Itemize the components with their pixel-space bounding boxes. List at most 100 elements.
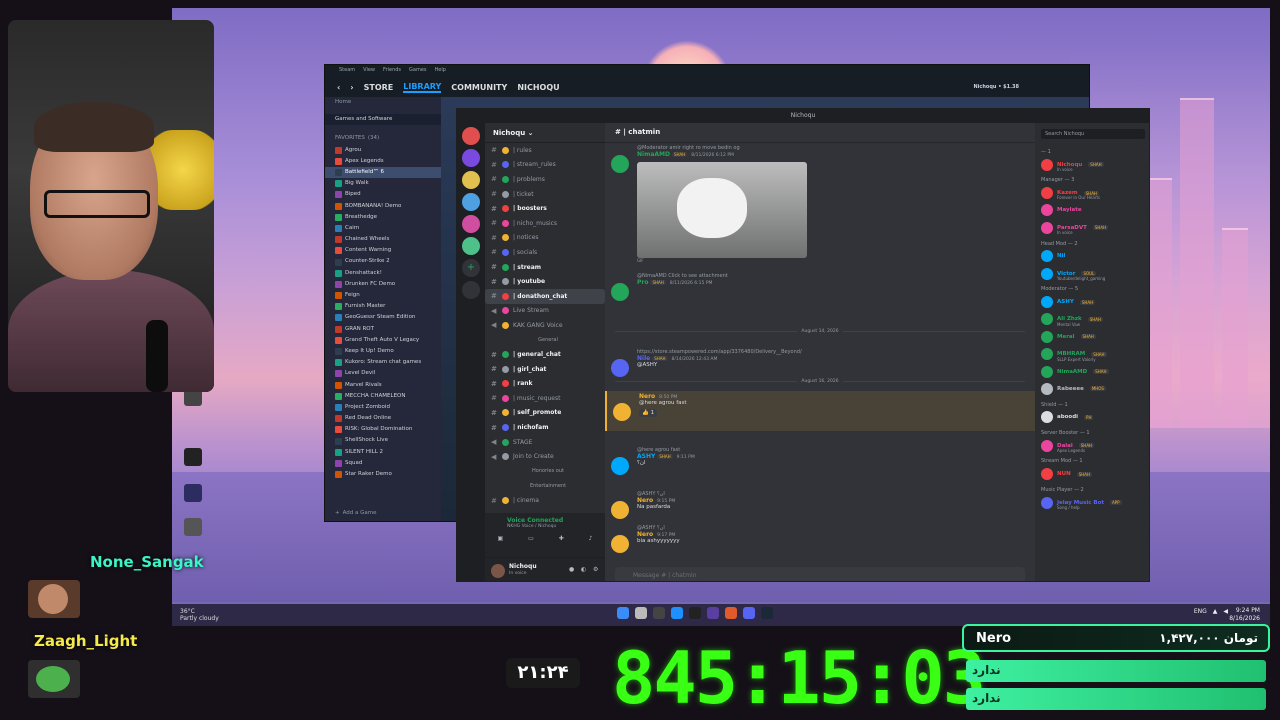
reaction[interactable]: 👍 1 [639, 409, 658, 417]
chat-message[interactable]: @ASHY ان؟ Nero 9:15 PM Na pasfarda [605, 489, 1035, 519]
server-icon[interactable] [462, 215, 480, 233]
game-item[interactable]: ShellShock Live [325, 435, 441, 446]
member-item[interactable]: Rabeeee MHOS [1035, 380, 1149, 397]
channel-text[interactable]: # | girl_chat [485, 362, 605, 377]
game-item[interactable]: Grand Theft Auto V Legacy [325, 335, 441, 346]
member-item[interactable]: NimaAMD SHAH [1035, 363, 1149, 380]
desktop-icon[interactable] [180, 448, 206, 468]
screen-share-icon[interactable]: ▭ [528, 535, 534, 542]
x-app-icon[interactable] [689, 607, 701, 619]
game-item[interactable]: Cairn [325, 223, 441, 234]
game-item[interactable]: GeoGuessr Steam Edition [325, 312, 441, 323]
nav-store[interactable]: STORE [364, 83, 394, 92]
server-icon[interactable] [462, 149, 480, 167]
app-icon[interactable] [707, 607, 719, 619]
avatar[interactable] [611, 155, 629, 173]
game-item[interactable]: Denshattack! [325, 268, 441, 279]
channel-text[interactable]: # | rules [485, 143, 605, 158]
author-name[interactable]: Nero [637, 497, 653, 504]
server-icon[interactable] [462, 237, 480, 255]
channel-text[interactable]: # | stream_rules [485, 158, 605, 173]
avatar[interactable] [613, 403, 631, 421]
avatar[interactable] [611, 283, 629, 301]
game-item[interactable]: Breathedge [325, 212, 441, 223]
desktop-icon[interactable] [180, 518, 206, 538]
game-item[interactable]: Big Walk [325, 178, 441, 189]
channel-voice[interactable]: ◀ STAGE [485, 435, 605, 450]
member-item[interactable]: Ali Zhzk SHAH Mental Vaw [1035, 311, 1149, 328]
member-item[interactable]: ParsaDVT SHAH In voice [1035, 219, 1149, 236]
channel-category[interactable]: Entertainment [485, 479, 605, 494]
game-item[interactable]: SILENT HILL 2 [325, 447, 441, 458]
avatar[interactable] [611, 501, 629, 519]
author-name[interactable]: NimaAMD [637, 151, 670, 158]
language-indicator[interactable]: ENG [1194, 608, 1207, 615]
game-item[interactable]: Keep It Up! Demo [325, 346, 441, 357]
channel-voice[interactable]: ◀ KAK GANG Voice [485, 318, 605, 333]
server-icon[interactable] [462, 127, 480, 145]
channel-text[interactable]: # | stream [485, 260, 605, 275]
nav-profile[interactable]: NICHOQU [517, 83, 559, 92]
chat-message[interactable]: @here agrou fast ASHY SHAH 9:11 PM ان؟ [605, 445, 1035, 475]
explorer-icon[interactable] [671, 607, 683, 619]
member-item[interactable]: Victor SOUL Youtube/delight_gaming [1035, 265, 1149, 282]
game-item[interactable]: Marvel Rivals [325, 380, 441, 391]
avatar[interactable] [491, 564, 505, 578]
channel-voice[interactable]: ◀ Join to Create [485, 449, 605, 464]
channel-text[interactable]: # | notices [485, 231, 605, 246]
member-item[interactable]: MBHRAM SHAH SLLP Expert Valorly [1035, 346, 1149, 363]
member-item[interactable]: Maylate [1035, 202, 1149, 219]
channel-text[interactable]: # | self_promote [485, 406, 605, 421]
activity-icon[interactable]: ✚ [559, 535, 564, 542]
server-name[interactable]: Nichoqu ⌄ [485, 123, 605, 143]
member-item[interactable]: aboodi PH [1035, 409, 1149, 426]
favorites-header[interactable]: FAVORITES (34) [325, 133, 441, 144]
task-view-icon[interactable] [653, 607, 665, 619]
channel-text[interactable]: # | problems [485, 172, 605, 187]
game-item[interactable]: Apex Legends [325, 156, 441, 167]
channel-text[interactable]: # | donathon_chat [485, 288, 605, 304]
channel-text[interactable]: # | youtube [485, 274, 605, 289]
author-name[interactable]: Nile [637, 355, 650, 362]
channel-text[interactable]: # | socials [485, 245, 605, 260]
weather-widget[interactable]: 36°C Partly cloudy [180, 608, 219, 622]
headphones-icon[interactable]: ◐ [581, 566, 586, 573]
author-name[interactable]: Pro [637, 279, 648, 286]
author-name[interactable]: Nero [637, 531, 653, 538]
nav-library[interactable]: LIBRARY [403, 82, 442, 93]
game-item[interactable]: MECCHA CHAMELEON [325, 391, 441, 402]
volume-icon[interactable]: ◀ [1223, 608, 1228, 615]
library-home[interactable]: Home [325, 97, 441, 108]
mic-icon[interactable]: ● [569, 566, 574, 573]
forward-icon[interactable]: › [350, 83, 353, 92]
desktop-icon[interactable] [180, 484, 206, 504]
channel-text[interactable]: # | nicho_musics [485, 216, 605, 231]
channel-text[interactable]: # | cinema [485, 493, 605, 508]
game-item[interactable]: BOMBANANA! Demo [325, 201, 441, 212]
channel-voice[interactable]: ◀ Live Stream [485, 304, 605, 319]
settings-icon[interactable]: ⚙ [593, 566, 598, 573]
chat-message[interactable]: @Moderator amir right ro move bedin og Ni… [605, 143, 1035, 263]
channel-text[interactable]: # | rank [485, 377, 605, 392]
camera-icon[interactable]: ▣ [497, 535, 503, 542]
wifi-icon[interactable]: ▲ [1213, 608, 1218, 615]
steam-taskbar-icon[interactable] [761, 607, 773, 619]
chat-message[interactable]: @NimaAMD Click to see attachment Pro SHAH 8… [605, 271, 1035, 301]
taskbar-clock[interactable]: 9:24 PM 8/16/2026 [1229, 607, 1260, 623]
game-item[interactable]: Content Warning [325, 245, 441, 256]
chat-message[interactable]: https://store.steampowered.com/app/33764… [605, 347, 1035, 377]
message-composer[interactable]: Message # | chatmin [615, 567, 1025, 581]
game-item[interactable]: Kukoro: Stream chat games [325, 357, 441, 368]
steam-menu-item[interactable]: Games [409, 67, 427, 75]
channel-text[interactable]: # | ticket [485, 187, 605, 202]
nav-community[interactable]: COMMUNITY [451, 83, 507, 92]
app-icon[interactable] [725, 607, 737, 619]
voice-channel[interactable]: NKHG Voice / Nichoqu [485, 524, 605, 529]
member-item[interactable]: ASHY SHAH [1035, 293, 1149, 310]
game-item[interactable]: Agrou [325, 145, 441, 156]
channel-text[interactable]: # | boosters [485, 201, 605, 216]
game-item[interactable]: Counter-Strike 2 [325, 256, 441, 267]
member-item[interactable]: Dalal SHAH Apex Legends [1035, 437, 1149, 454]
channel-category[interactable]: General [485, 333, 605, 348]
game-item[interactable]: Battlefield™ 6 [325, 166, 441, 179]
